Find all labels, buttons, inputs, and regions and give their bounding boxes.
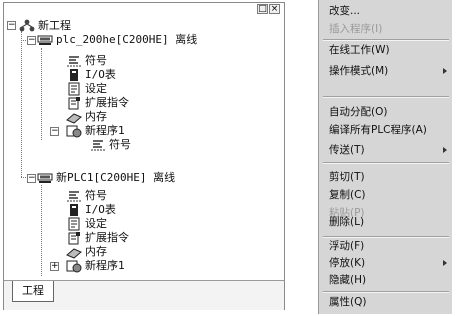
tree-node-label: 新程序1 [85,259,125,272]
tree-node-label: 新工程 [38,19,71,32]
tree-node-label: 内存 [85,110,107,123]
menu-item-hide[interactable]: 隐藏(H) [319,271,453,289]
memory-icon [66,248,82,259]
menu-item-properties[interactable]: 属性(Q) [319,293,453,311]
submenu-arrow-icon [443,260,447,266]
menu-item-label: 操作模式(M) [329,65,389,77]
menu-separator [323,162,449,164]
tree-node-label: 符号 [109,138,131,151]
menu-item-online-work[interactable]: 在线工作(W) [319,41,453,59]
project-tree: − 新工程 − plc_200he[C200HE] 离线 符号 I/O表 设定 … [4,17,286,279]
project-workspace-panel: □ × − 新工程 − plc_200he[C200HE] 离线 符号 I/O表… [3,2,285,310]
tree-connector [41,185,42,276]
tree-node-label: plc_200he[C200HE] 离线 [56,33,198,46]
tree-node-label: 新程序1 [85,124,125,137]
context-menu: 改变... 插入程序(I) 在线工作(W) 操作模式(M) 自动分配(O) 编译… [318,0,452,314]
extended-instructions-icon [68,97,80,110]
settings-icon [68,217,80,231]
menu-item-operating-mode[interactable]: 操作模式(M) [319,62,453,80]
menu-item-delete[interactable]: 删除(L) [319,213,453,231]
tree-node-label: 新PLC1[C200HE] 离线 [56,171,176,184]
menu-item-dock[interactable]: 停放(K) [319,254,453,272]
collapse-toggle[interactable]: − [27,36,36,45]
menu-item-insert-program[interactable]: 插入程序(I) [319,20,453,38]
expand-toggle[interactable]: + [50,262,59,271]
submenu-arrow-icon [443,147,447,153]
tree-node-label: 内存 [85,245,107,258]
program-icon [66,260,82,273]
menu-item-auto-allocate[interactable]: 自动分配(O) [319,103,453,121]
symbols-icon [67,191,81,202]
collapse-toggle[interactable]: − [50,127,59,136]
submenu-arrow-icon [443,68,447,74]
collapse-toggle[interactable]: − [7,21,16,30]
close-button[interactable]: × [269,4,280,14]
menu-item-copy[interactable]: 复制(C) [319,186,453,204]
plc-icon [37,173,53,183]
maximize-button[interactable]: □ [257,4,268,14]
menu-item-label: 停放(K) [329,257,366,269]
menu-separator [323,96,449,98]
program-icon [66,125,82,138]
extended-instructions-icon [68,232,80,245]
tree-node-label: 扩展指令 [85,96,129,109]
menu-item-label: 传送(T) [329,144,365,156]
collapse-toggle[interactable]: − [27,174,36,183]
workspace-title-bar: □ × [4,3,284,16]
menu-item-float[interactable]: 浮动(F) [319,237,453,255]
tree-connector [41,48,42,140]
tree-node-label: 设定 [85,82,107,95]
tree-node-label: 符号 [85,54,107,67]
tree-node-label: I/O表 [85,203,116,216]
memory-icon [66,113,82,124]
io-table-icon [70,69,78,81]
tree-node-label: I/O表 [85,68,116,81]
project-icon [19,19,35,32]
menu-item-cut[interactable]: 剪切(T) [319,168,453,186]
menu-item-compile-all[interactable]: 编译所有PLC程序(A) [319,121,453,139]
tree-connector [21,31,22,177]
plc-icon [37,35,53,45]
tree-node-label: 设定 [85,217,107,230]
settings-icon [68,82,80,96]
tab-project[interactable]: 工程 [12,281,54,302]
menu-item-change[interactable]: 改变... [319,2,453,20]
symbols-icon [91,140,105,151]
symbols-icon [67,56,81,67]
tree-node-label: 符号 [85,189,107,202]
tree-node-label: 扩展指令 [85,231,129,244]
menu-item-transfer[interactable]: 传送(T) [319,141,453,159]
workspace-tab-bar: 工程 [4,280,284,310]
io-table-icon [70,204,78,216]
